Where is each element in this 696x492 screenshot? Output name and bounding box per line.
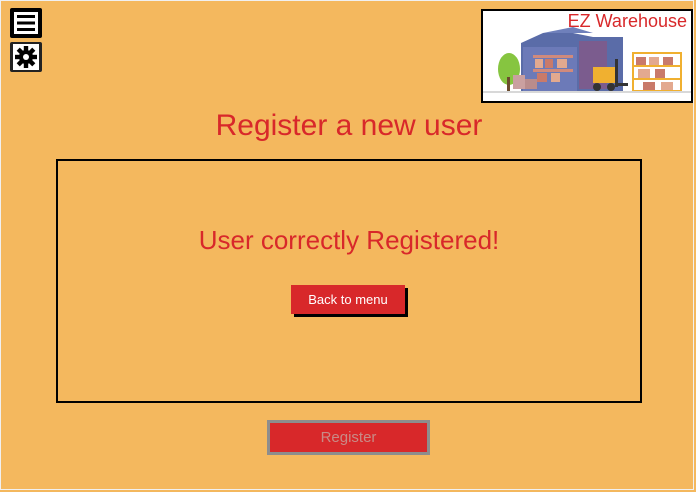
page-title: Register a new user	[215, 109, 483, 142]
settings-button[interactable]	[10, 42, 42, 72]
success-message: User correctly Registered!	[198, 225, 500, 255]
ez-warehouse-logo: EZ Warehouse	[481, 9, 693, 103]
hamburger-menu-icon	[14, 12, 38, 34]
register-button[interactable]: Register	[267, 420, 430, 455]
menu-button[interactable]	[10, 8, 42, 38]
back-to-menu-button[interactable]: Back to menu	[291, 285, 405, 314]
warehouse-illustration-icon	[483, 27, 691, 93]
app-screen: EZ Warehouse Register a new user User co…	[0, 0, 694, 490]
gear-icon	[13, 44, 39, 70]
result-panel: User correctly Registered!	[56, 159, 642, 403]
